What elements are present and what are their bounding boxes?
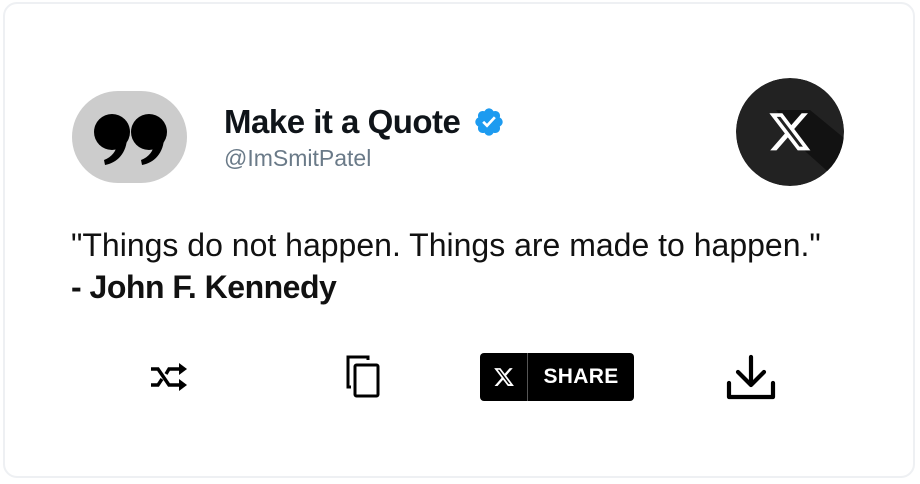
copy-button[interactable] [340,352,388,402]
download-button[interactable] [722,351,780,403]
avatar [72,91,187,183]
x-logo-icon [736,78,844,186]
verified-badge-icon [473,106,505,138]
shuffle-icon [151,363,187,391]
x-share-icon [493,368,514,386]
quote-author: - John F. Kennedy [71,269,337,305]
share-x-icon-wrap [480,353,528,401]
quote-mark-icon [94,114,167,165]
share-on-x-button[interactable]: SHARE [480,353,634,401]
quote-text: "Things do not happen. Things are made t… [71,227,821,263]
account-handle: @ImSmitPatel [224,145,372,171]
new-quote-button[interactable] [144,356,192,400]
download-icon [726,354,776,400]
copy-icon [346,355,380,398]
account-name-row: Make it a Quote [224,102,505,142]
share-label: SHARE [543,365,619,388]
account-name: Make it a Quote [224,103,461,140]
